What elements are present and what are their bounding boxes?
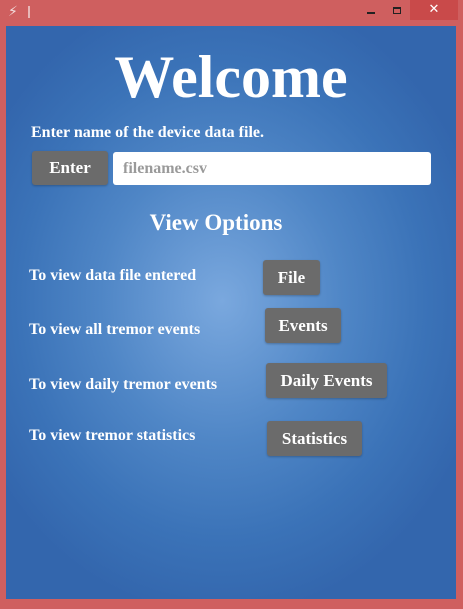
file-prompt-label: Enter name of the device data file. [31, 124, 264, 141]
daily-events-button[interactable]: Daily Events [266, 363, 387, 398]
close-button[interactable]: ✕ [410, 0, 458, 20]
file-button[interactable]: File [263, 260, 320, 295]
view-events-label: To view all tremor events [29, 321, 201, 338]
view-options-heading: View Options [149, 210, 283, 235]
title-bar[interactable]: ⚡ ✕ [0, 0, 463, 26]
view-statistics-label: To view tremor statistics [29, 427, 196, 444]
main-panel: Welcome Enter name of the device data fi… [6, 26, 456, 599]
minimize-icon [367, 11, 375, 14]
maximize-icon [393, 7, 401, 14]
close-icon: ✕ [428, 2, 440, 17]
minimize-button[interactable] [358, 0, 384, 20]
title-separator [28, 6, 30, 18]
view-file-label: To view data file entered [29, 267, 197, 284]
filename-input[interactable] [113, 152, 431, 185]
enter-button[interactable]: Enter [32, 151, 108, 185]
app-window: ⚡ ✕ Welcome Enter name of the device dat… [0, 0, 463, 609]
events-button[interactable]: Events [265, 308, 341, 343]
statistics-button[interactable]: Statistics [267, 421, 362, 456]
maximize-button[interactable] [384, 0, 410, 20]
welcome-heading: Welcome [114, 44, 348, 110]
view-daily-events-label: To view daily tremor events [29, 376, 218, 393]
lightning-icon: ⚡ [8, 4, 18, 20]
